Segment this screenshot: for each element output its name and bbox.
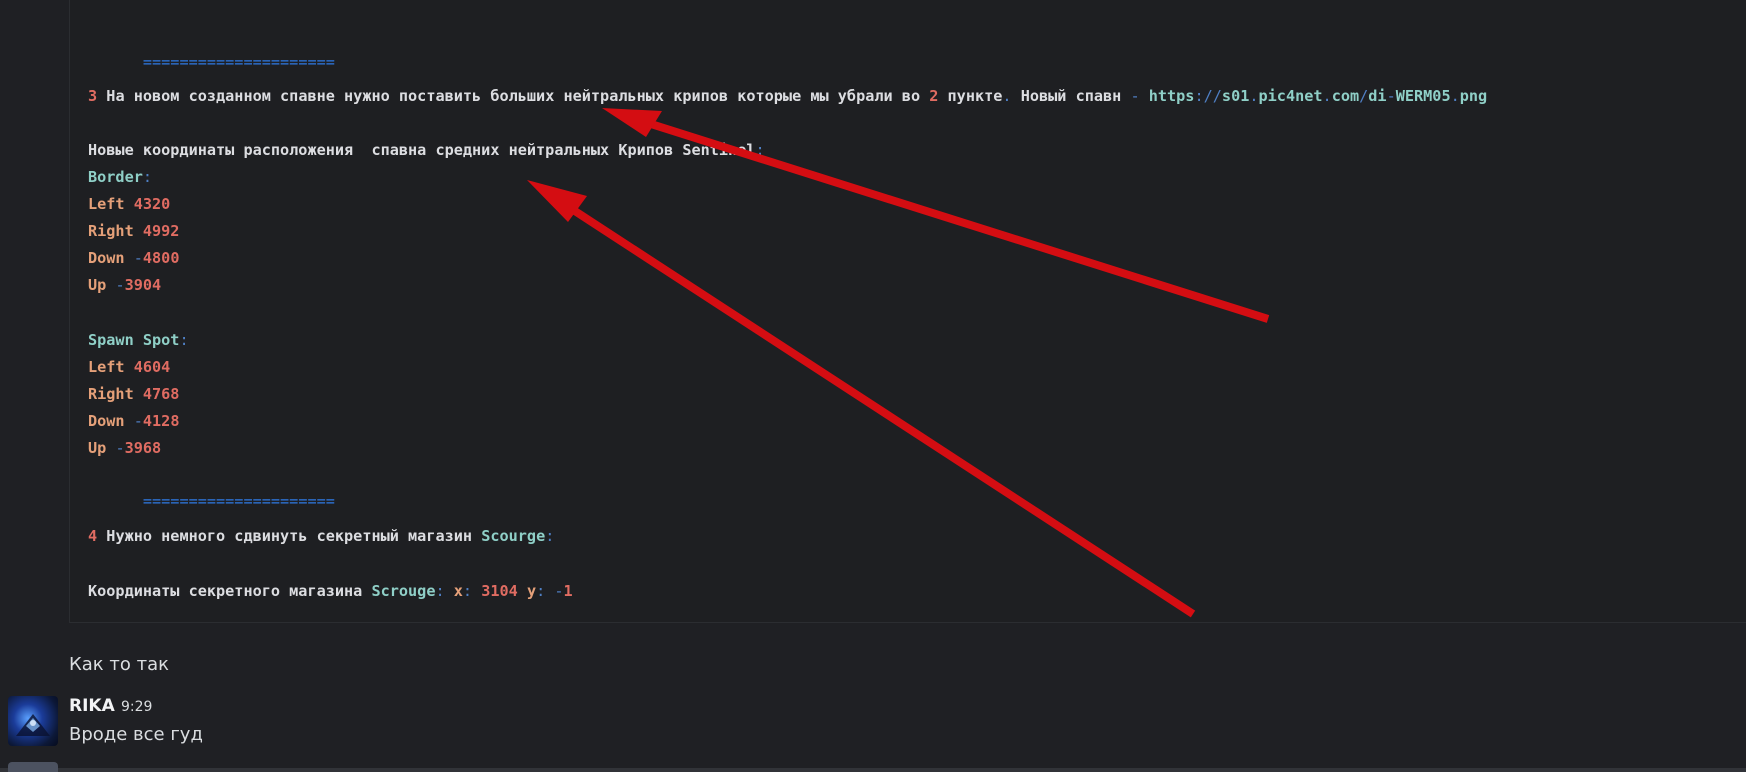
- message-text: Вроде все гуд: [69, 724, 203, 745]
- spawn-right-value: 4768: [142, 385, 180, 403]
- shop-colon1: :: [435, 582, 445, 600]
- separator-top: =====================: [142, 53, 335, 71]
- code-line-spawn: Spawn Spot:: [88, 330, 189, 350]
- shop-x-label: x: [444, 582, 463, 600]
- border-up-value: 3904: [124, 276, 162, 294]
- code-line-spawn-up: Up -3968: [88, 438, 161, 458]
- border-right-value: 4992: [142, 222, 180, 240]
- border-up-key: Up: [88, 276, 107, 294]
- border-up-minus: -: [115, 276, 125, 294]
- item3-dash: -: [1130, 87, 1140, 105]
- code-line-item3: 3 На новом созданном спавне нужно постав…: [88, 86, 1487, 106]
- message-text: Как то так: [69, 654, 170, 675]
- link-part-ext[interactable]: png: [1460, 87, 1487, 105]
- avatar[interactable]: [8, 696, 58, 746]
- border-down-minus: -: [133, 249, 143, 267]
- coords-title-colon: :: [755, 141, 765, 159]
- code-line-border-down: Down -4800: [88, 248, 179, 268]
- message-timestamp: 9:29: [121, 699, 153, 715]
- code-line-separator-bottom: =====================: [88, 471, 335, 510]
- spawn-up-key: Up: [88, 439, 107, 457]
- item3-dot: .: [1002, 87, 1012, 105]
- link-part-https[interactable]: https: [1140, 87, 1195, 105]
- coords-title: Новые координаты расположения спавна сре…: [88, 141, 756, 159]
- item4-name: Scourge: [481, 527, 546, 545]
- spawn-down-minus: -: [133, 412, 143, 430]
- shop-text: Координаты секретного магазина: [88, 582, 372, 600]
- link-dot3[interactable]: .: [1323, 87, 1332, 105]
- spawn-colon: :: [179, 331, 189, 349]
- avatar-art-icon: [16, 714, 50, 736]
- shop-y-value: 1: [563, 582, 573, 600]
- spawn-down-value: 4128: [142, 412, 180, 430]
- shop-x-value: 3104: [472, 582, 518, 600]
- spawn-right-key: Right: [88, 385, 134, 403]
- code-line-separator-top: =====================: [88, 32, 335, 71]
- shop-y-minus: -: [545, 582, 564, 600]
- link-part-host1[interactable]: s01: [1222, 87, 1249, 105]
- code-line-spawn-right: Right 4768: [88, 384, 179, 404]
- item4-number: 4: [88, 527, 98, 545]
- shop-colon2: :: [462, 582, 473, 600]
- message-author[interactable]: RIKA: [69, 696, 115, 716]
- code-block: ===================== 3 На новом созданн…: [69, 0, 1746, 623]
- code-line-coords-title: Новые координаты расположения спавна сре…: [88, 140, 765, 160]
- link-dash2[interactable]: -: [1387, 87, 1396, 105]
- link-slashes[interactable]: //: [1204, 87, 1222, 105]
- shop-y-label: y: [517, 582, 537, 600]
- item3-text: На новом созданном спавне нужно поставит…: [97, 87, 930, 105]
- code-line-shop: Координаты секретного магазина Scrouge: …: [88, 581, 573, 601]
- link-dot4[interactable]: .: [1451, 87, 1460, 105]
- item3-number: 3: [88, 87, 98, 105]
- code-line-item4: 4 Нужно немного сдвинуть секретный магаз…: [88, 526, 554, 546]
- shop-colon3: :: [536, 582, 546, 600]
- spawn-label: Spawn Spot: [88, 331, 180, 349]
- chat-area: ===================== 3 На новом созданн…: [0, 0, 1746, 772]
- link-part-host2[interactable]: pic4net: [1259, 87, 1323, 105]
- item4-text: Нужно немного сдвинуть секретный магазин: [97, 527, 482, 545]
- item3-text3: Новый спавн: [1011, 87, 1131, 105]
- spawn-left-key: Left: [88, 358, 125, 376]
- link-part-tld[interactable]: com: [1332, 87, 1359, 105]
- border-colon: :: [142, 168, 153, 186]
- border-right-key: Right: [88, 222, 134, 240]
- spawn-up-value: 3968: [124, 439, 162, 457]
- link-dot2[interactable]: .: [1249, 87, 1258, 105]
- link-colon[interactable]: :: [1194, 87, 1203, 105]
- link-part-path2[interactable]: WERM05: [1396, 87, 1451, 105]
- item3-text2: пункте: [938, 87, 1003, 105]
- code-line-border-left: Left 4320: [88, 194, 170, 214]
- spawn-up-minus: -: [115, 439, 125, 457]
- spawn-left-value: 4604: [133, 358, 171, 376]
- border-label: Border: [88, 168, 143, 186]
- border-down-value: 4800: [142, 249, 180, 267]
- item4-colon: :: [545, 527, 555, 545]
- avatar[interactable]: [8, 762, 58, 772]
- separator-bottom: =====================: [142, 492, 335, 510]
- border-left-value: 4320: [133, 195, 171, 213]
- code-line-spawn-down: Down -4128: [88, 411, 179, 431]
- shop-name: Scrouge: [371, 582, 436, 600]
- link-part-path1[interactable]: di: [1368, 87, 1386, 105]
- code-line-border-right: Right 4992: [88, 221, 179, 241]
- border-left-key: Left: [88, 195, 125, 213]
- border-down-key: Down: [88, 249, 125, 267]
- code-line-border-up: Up -3904: [88, 275, 161, 295]
- link-slash[interactable]: /: [1359, 87, 1368, 105]
- code-line-spawn-left: Left 4604: [88, 357, 170, 377]
- spawn-down-key: Down: [88, 412, 125, 430]
- code-line-border: Border:: [88, 167, 152, 187]
